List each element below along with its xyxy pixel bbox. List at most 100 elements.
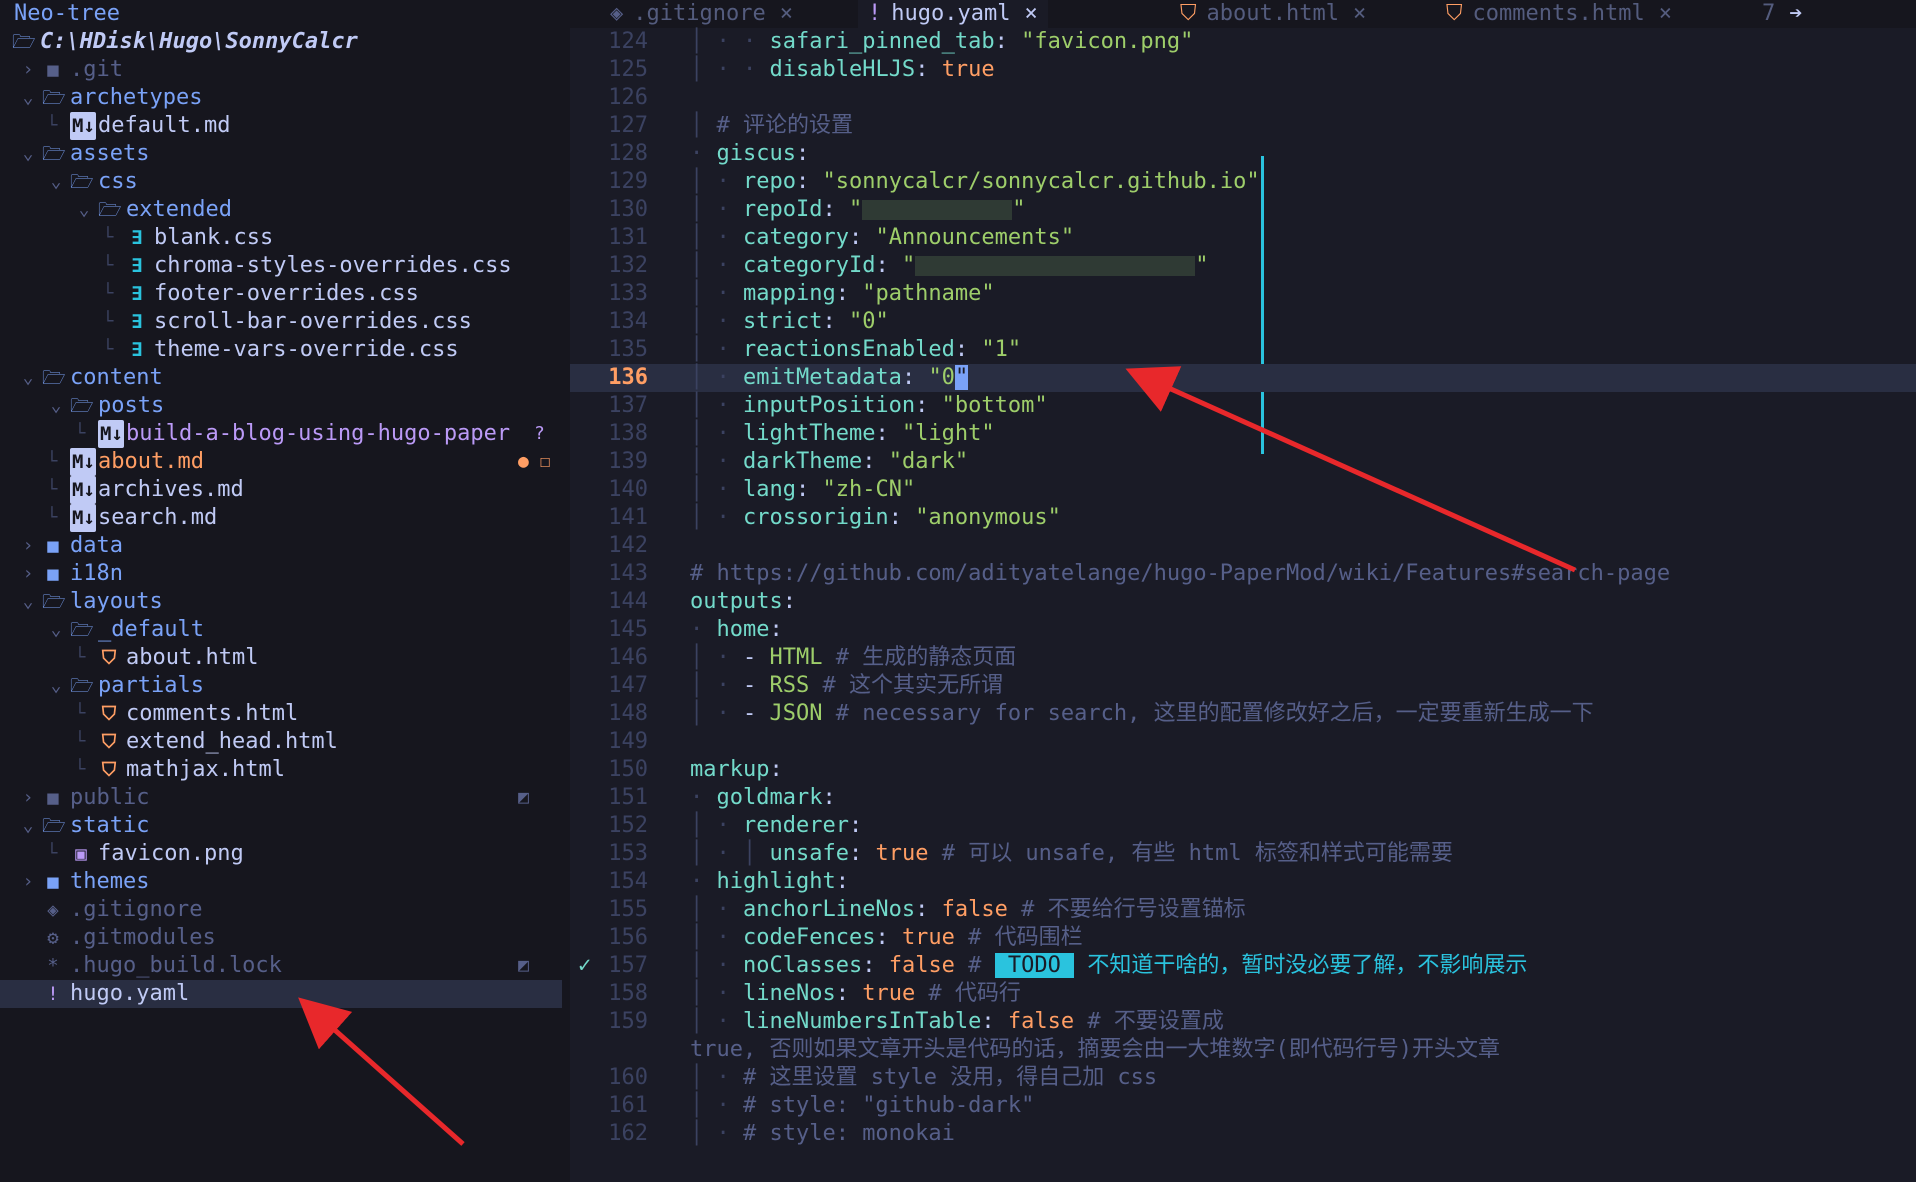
code-line[interactable]: 156 │ · codeFences: true # 代码围栏 [570,924,1916,952]
tree-item[interactable]: └ ▣ favicon.png [0,840,562,868]
tree-item[interactable]: └ ⛉ extend_head.html [0,728,562,756]
code-line[interactable]: 126 [570,84,1916,112]
tree-item[interactable]: ◈ .gitignore [0,896,562,924]
tab-comments-html[interactable]: ⛉ comments.html × [1436,0,1682,28]
tree-item[interactable]: └ ∃ theme-vars-override.css [0,336,562,364]
code-line[interactable]: 138 │ · lightTheme: "light" [570,420,1916,448]
tree-item[interactable]: └ ⛉ mathjax.html [0,756,562,784]
tree-item[interactable]: ⌄ 🗁 content [0,364,562,392]
tree-item[interactable]: ⌄ 🗁 assets [0,140,562,168]
next-tabs-icon[interactable]: ➔ [1789,1,1802,26]
tree-item[interactable]: ⌄ 🗁 extended [0,196,562,224]
code-line[interactable]: 152 │ · renderer: [570,812,1916,840]
tab-about-html[interactable]: ⛉ about.html × [1170,0,1376,28]
code-line[interactable]: 161 │ · # style: "github-dark" [570,1092,1916,1120]
tree-item[interactable]: ⚙ .gitmodules [0,924,562,952]
code-line[interactable]: 162 │ · # style: monokai [570,1120,1916,1148]
chevron-right-icon[interactable]: › [20,784,36,812]
tree-item[interactable]: ⌄ 🗁 partials [0,672,562,700]
tree-item[interactable]: ⌄ 🗁 css [0,168,562,196]
code-line[interactable]: 153 │ · │ unsafe: true # 可以 unsafe, 有些 ht… [570,840,1916,868]
code-line[interactable]: 131 │ · category: "Announcements" [570,224,1916,252]
code-line[interactable]: 146 │ · - HTML # 生成的静态页面 [570,644,1916,672]
chevron-down-icon[interactable]: ⌄ [48,672,64,700]
chevron-down-icon[interactable]: ⌄ [20,140,36,168]
tree-root[interactable]: 🗁 C:\HDisk\Hugo\SonnyCalcr [0,28,562,56]
tree-item[interactable]: ⌄ 🗁 static [0,812,562,840]
chevron-down-icon[interactable]: ⌄ [20,588,36,616]
chevron-down-icon[interactable]: ⌄ [76,196,92,224]
code-line[interactable]: 145 · home: [570,616,1916,644]
close-icon[interactable]: × [780,1,793,26]
code-line[interactable]: 128 · giscus: [570,140,1916,168]
code-line[interactable]: 148 │ · - JSON # necessary for search, 这里… [570,700,1916,728]
chevron-right-icon[interactable]: › [20,532,36,560]
code-line[interactable]: 157 ✓ │ · noClasses: false # TODO 不知道干啥的，暂… [570,952,1916,980]
chevron-right-icon[interactable]: › [20,560,36,588]
code-line[interactable]: 150 markup: [570,756,1916,784]
chevron-down-icon[interactable]: ⌄ [20,84,36,112]
code-line[interactable]: 151 · goldmark: [570,784,1916,812]
code-line[interactable]: 147 │ · - RSS # 这个其实无所谓 [570,672,1916,700]
chevron-right-icon[interactable]: › [20,868,36,896]
tree-item[interactable]: └ ∃ chroma-styles-overrides.css [0,252,562,280]
code-line[interactable]: 132 │ · categoryId: " " [570,252,1916,280]
code-line[interactable]: 141 │ · crossorigin: "anonymous" [570,504,1916,532]
tree-item[interactable]: └ ⛉ about.html [0,644,562,672]
tree-item[interactable]: ⌄ 🗁 _default [0,616,562,644]
chevron-right-icon[interactable]: › [20,56,36,84]
code-editor[interactable]: 124 │ · · safari_pinned_tab: "favicon.png… [570,28,1916,1182]
code-line[interactable]: true, 否则如果文章开头是代码的话，摘要会由一大堆数字(即代码行号)开头文章 [570,1036,1916,1064]
chevron-down-icon[interactable]: ⌄ [48,616,64,644]
chevron-down-icon[interactable]: ⌄ [20,812,36,840]
tab-7[interactable]: 7 ➔ [1752,0,1813,28]
tree-item[interactable]: › ■ i18n [0,560,562,588]
close-icon[interactable]: × [1659,1,1672,26]
tab-hugo-yaml[interactable]: ! hugo.yaml × [858,0,1048,28]
tree-item[interactable]: › ■ themes [0,868,562,896]
code-line[interactable]: 154 · highlight: [570,868,1916,896]
code-line[interactable]: 134 │ · strict: "0" [570,308,1916,336]
chevron-down-icon[interactable]: ⌄ [48,168,64,196]
pane-divider[interactable] [562,0,570,1182]
tree-item[interactable]: └ M↓ archives.md [0,476,562,504]
tab--gitignore[interactable]: ◈ .gitignore × [600,0,803,28]
chevron-down-icon[interactable]: ⌄ [48,392,64,420]
tree-item[interactable]: └ M↓ about.md ● ☐ [0,448,562,476]
code-line[interactable]: 133 │ · mapping: "pathname" [570,280,1916,308]
code-line[interactable]: 130 │ · repoId: " " [570,196,1916,224]
tree-item[interactable]: * .hugo_build.lock ◩ [0,952,562,980]
code-line[interactable]: 142 [570,532,1916,560]
tree-item[interactable]: ⌄ 🗁 posts [0,392,562,420]
tree-item[interactable]: └ M↓ default.md [0,112,562,140]
code-line[interactable]: 137 │ · inputPosition: "bottom" [570,392,1916,420]
close-icon[interactable]: × [1024,1,1037,26]
code-line[interactable]: 158 │ · lineNos: true # 代码行 [570,980,1916,1008]
code-line[interactable]: 144 outputs: [570,588,1916,616]
tree-item[interactable]: › ■ data [0,532,562,560]
chevron-down-icon[interactable]: ⌄ [20,364,36,392]
code-line[interactable]: 155 │ · anchorLineNos: false # 不要给行号设置锚标 [570,896,1916,924]
tree-item[interactable]: └ M↓ search.md [0,504,562,532]
tree-item[interactable]: └ ⛉ comments.html [0,700,562,728]
tree-item[interactable]: ⌄ 🗁 layouts [0,588,562,616]
code-line[interactable]: 136 │ · emitMetadata: "0" [570,364,1916,392]
tree-item[interactable]: ! hugo.yaml [0,980,562,1008]
code-line[interactable]: 124 │ · · safari_pinned_tab: "favicon.png… [570,28,1916,56]
tree-item[interactable]: └ ∃ scroll-bar-overrides.css [0,308,562,336]
code-line[interactable]: 143 # https://github.com/adityatelange/hu… [570,560,1916,588]
code-line[interactable]: 127 │ # 评论的设置 [570,112,1916,140]
code-line[interactable]: 159 │ · lineNumbersInTable: false # 不要设置成 [570,1008,1916,1036]
code-line[interactable]: 125 │ · · disableHLJS: true [570,56,1916,84]
tree-item[interactable]: ⌄ 🗁 archetypes [0,84,562,112]
tree-item[interactable]: › ■ .git [0,56,562,84]
code-line[interactable]: 139 │ · darkTheme: "dark" [570,448,1916,476]
tree-item[interactable]: └ ∃ blank.css [0,224,562,252]
close-icon[interactable]: × [1353,1,1366,26]
code-line[interactable]: 135 │ · reactionsEnabled: "1" [570,336,1916,364]
tree-item[interactable]: › ■ public ◩ [0,784,562,812]
tree-item[interactable]: └ ∃ footer-overrides.css [0,280,562,308]
code-line[interactable]: 149 [570,728,1916,756]
code-line[interactable]: 160 │ · # 这里设置 style 没用，得自己加 css [570,1064,1916,1092]
code-line[interactable]: 140 │ · lang: "zh-CN" [570,476,1916,504]
